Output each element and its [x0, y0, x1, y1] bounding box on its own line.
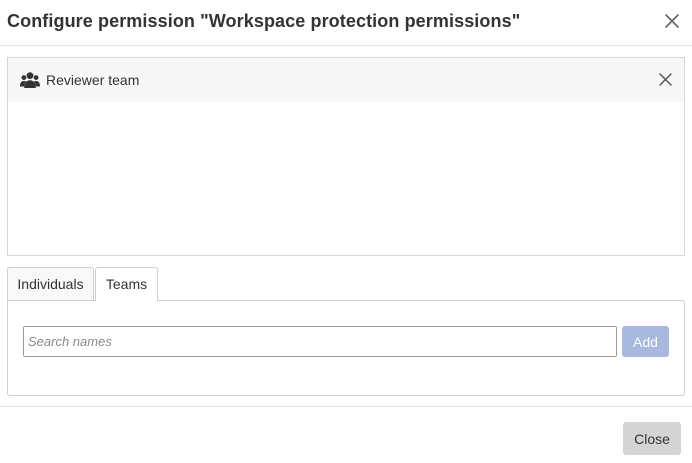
configure-permission-dialog: Configure permission "Workspace protecti… — [0, 0, 692, 463]
close-button[interactable]: Close — [623, 422, 681, 455]
dialog-title: Configure permission "Workspace protecti… — [7, 11, 521, 31]
selected-member-row: Reviewer team — [8, 58, 684, 102]
selected-member-label: Reviewer team — [46, 72, 140, 88]
tab-teams[interactable]: Teams — [95, 267, 158, 301]
selected-members-list: Reviewer team — [7, 57, 685, 256]
search-names-input[interactable] — [23, 326, 617, 357]
team-icon — [20, 71, 40, 89]
remove-member-icon[interactable] — [658, 72, 673, 87]
dialog-header: Configure permission "Workspace protecti… — [0, 0, 692, 46]
tab-individuals[interactable]: Individuals — [7, 267, 94, 300]
add-button[interactable]: Add — [622, 326, 669, 357]
tab-content-teams: Add — [7, 300, 685, 396]
dialog-close-icon[interactable] — [663, 12, 681, 30]
dialog-footer: Close — [0, 406, 692, 463]
